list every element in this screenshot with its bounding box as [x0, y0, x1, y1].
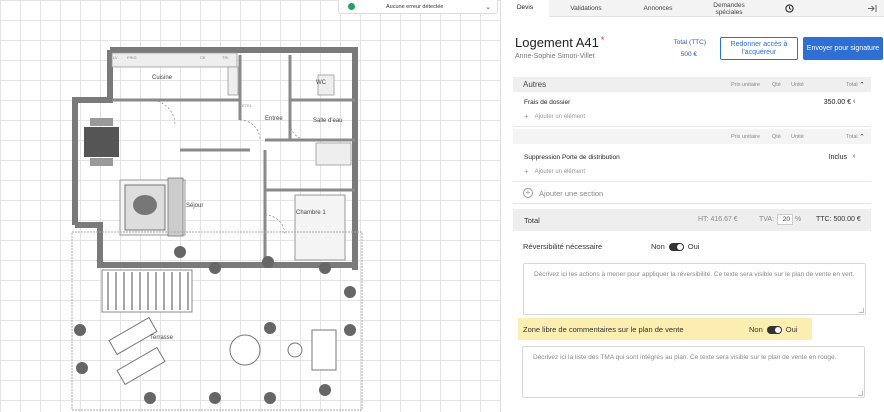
- send-for-signature-button[interactable]: Envoyer pour signature: [803, 37, 883, 60]
- add-item-button[interactable]: + Ajouter un élément: [524, 167, 585, 176]
- tab-validations[interactable]: Validations: [556, 0, 616, 17]
- total-ht: HT: 416.67 €: [698, 216, 738, 223]
- add-section-button[interactable]: + Ajouter une section: [523, 188, 603, 198]
- room-label-entry: Entrée: [265, 116, 283, 122]
- room-label-living: Séjour: [186, 203, 204, 209]
- reversibility-textarea[interactable]: Décrivez ici les actions à mener pour ap…: [523, 263, 866, 315]
- tab-bar: Devis Validations Annonces Demandes spéc…: [501, 0, 884, 17]
- comments-toggle[interactable]: Non Oui: [749, 325, 797, 334]
- col-qty: Qté: [772, 133, 781, 140]
- room-label-kitchen: Cuisine: [152, 75, 173, 81]
- collapse-panel-icon[interactable]: [867, 3, 877, 13]
- item-suppression-porte[interactable]: Suppression Porte de distribution: [524, 154, 620, 161]
- toggle-no-label: Non: [651, 242, 665, 251]
- floor-plan-drawing: [71, 47, 363, 411]
- plan-label-ce: CE: [200, 55, 206, 60]
- col-unit-price: Prix unitaire: [731, 81, 761, 88]
- plan-label-frig: FRIG: [127, 55, 137, 60]
- room-label-bathroom: Salle d'eau: [313, 118, 343, 124]
- chevron-left-icon[interactable]: ‹: [853, 153, 855, 160]
- chevron-up-icon[interactable]: ⌃: [859, 133, 865, 141]
- item-suppression-porte-total: Inclus: [828, 154, 847, 161]
- total-ttc-value: 500 €: [680, 51, 697, 58]
- divider: [513, 181, 871, 182]
- totals-label: Total: [524, 216, 540, 225]
- chevron-up-icon[interactable]: ⌃: [859, 81, 865, 89]
- add-item-button[interactable]: + Ajouter un élément: [524, 112, 585, 121]
- col-unit-price: Prix unitaire: [731, 133, 761, 140]
- buyer-name: Anne-Sophie Simon-Villet: [515, 53, 595, 60]
- section-name: Autres: [523, 80, 547, 89]
- history-clock-icon[interactable]: [784, 3, 794, 13]
- error-status-dropdown[interactable]: Aucune erreur détectée ⌄: [338, 0, 498, 14]
- circle-plus-icon: +: [523, 188, 533, 198]
- page-title: Logement A41 *: [515, 35, 605, 50]
- restore-access-button[interactable]: Redonner accès à l'acquéreur: [720, 37, 798, 60]
- reversibility-label: Réversibilité nécessaire: [523, 242, 603, 251]
- toggle-yes-label: Oui: [687, 242, 700, 251]
- totals-bar: Total HT: 416.67 € TVA: 20 % TTC: 500.00…: [513, 209, 871, 231]
- tva-label: TVA:: [759, 216, 775, 223]
- tva-percent: %: [795, 216, 802, 223]
- tab-demandes-speciales[interactable]: Demandes spéciales: [699, 0, 759, 17]
- col-total: Total: [846, 81, 858, 88]
- room-label-bedroom: Chambre 1: [296, 210, 326, 216]
- error-status-text: Aucune erreur détectée: [386, 3, 444, 10]
- tab-annonces[interactable]: Annonces: [633, 0, 683, 17]
- section-header-autres: Autres Prix unitaire Qté Unité Total ⌃: [513, 77, 871, 92]
- col-unit: Unité: [791, 81, 804, 88]
- col-unit: Unité: [791, 133, 804, 140]
- comments-textarea[interactable]: Décrivez ici la liste des TMA qui sont i…: [522, 346, 865, 398]
- resize-handle-icon[interactable]: [858, 391, 863, 396]
- room-label-terrace: Terrasse: [150, 335, 174, 341]
- plan-label-lv: LV: [113, 55, 118, 60]
- toggle-switch[interactable]: [766, 325, 782, 334]
- reversibility-toggle[interactable]: Non Oui: [651, 242, 699, 251]
- required-mark: *: [600, 35, 605, 45]
- comments-placeholder: Décrivez ici la liste des TMA qui sont i…: [533, 354, 837, 361]
- total-ttc: TTC: 500.00 €: [816, 216, 861, 223]
- col-total: Total: [846, 133, 858, 140]
- divider: [513, 126, 871, 127]
- resize-handle-icon[interactable]: [859, 308, 864, 313]
- floor-plan-canvas[interactable]: Cuisine WC Entrée Salle d'eau Séjour Cha…: [0, 0, 500, 412]
- plan-label-tri: TRI: [222, 55, 229, 60]
- total-ttc-label: Total (TTC): [673, 39, 707, 46]
- chevron-down-icon: ⌄: [485, 3, 491, 11]
- chevron-left-icon[interactable]: ‹: [853, 98, 855, 105]
- item-frais-dossier-total: 350.00 €: [823, 99, 851, 106]
- plus-icon: +: [524, 167, 529, 176]
- tab-devis[interactable]: Devis: [501, 0, 549, 17]
- item-frais-dossier[interactable]: Frais de dossier: [524, 99, 570, 106]
- status-ok-icon: [348, 3, 355, 10]
- toggle-no-label: Non: [749, 325, 763, 334]
- col-qty: Qté: [772, 81, 781, 88]
- plan-label-etel: ETEL: [242, 103, 253, 108]
- room-label-wc: WC: [316, 80, 326, 86]
- plus-icon: +: [524, 112, 529, 121]
- section-header-2: Prix unitaire Qté Unité Total ⌃: [513, 129, 871, 144]
- divider: [513, 203, 871, 204]
- reversibility-placeholder: Décrivez ici les actions à mener pour ap…: [534, 271, 855, 278]
- tva-input[interactable]: 20: [777, 214, 793, 225]
- toggle-switch[interactable]: [668, 242, 684, 251]
- comments-label: Zone libre de commentaires sur le plan d…: [523, 325, 684, 334]
- toggle-yes-label: Oui: [785, 325, 798, 334]
